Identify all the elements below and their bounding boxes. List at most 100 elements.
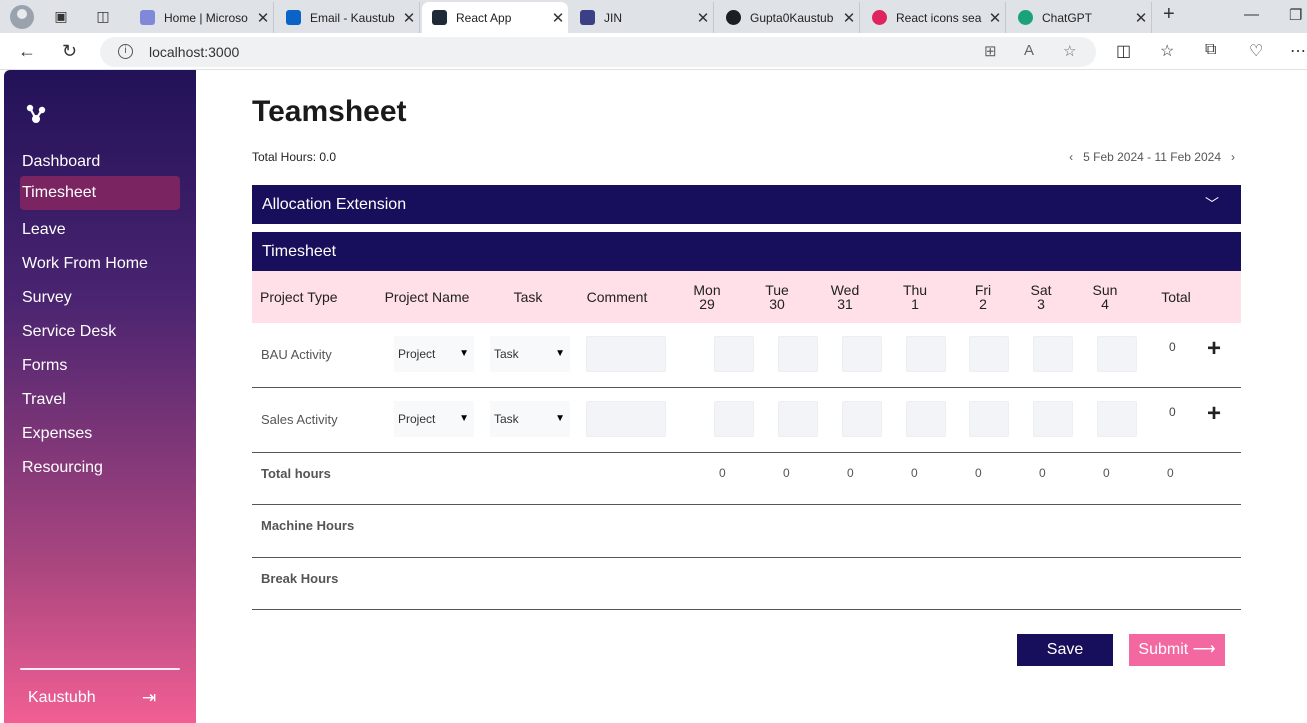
comment-input[interactable] (586, 401, 666, 437)
total-hours-label: Total hours (261, 466, 331, 481)
total-sat: 0 (1039, 466, 1046, 480)
tab-actions-icon[interactable]: ◫ (94, 7, 112, 25)
minimize-icon[interactable]: — (1244, 6, 1259, 23)
url-field[interactable]: i localhost:3000 ⊞ A ☆ (100, 37, 1096, 67)
add-row-icon[interactable]: + (1207, 335, 1221, 363)
hours-input-fri[interactable] (969, 336, 1009, 372)
new-tab-icon[interactable]: + (1163, 3, 1175, 26)
comment-input[interactable] (586, 336, 666, 372)
timesheet-table-header: Project Type Project Name Task Comment M… (252, 271, 1241, 323)
app-logo-icon (26, 104, 46, 123)
tab-close-icon[interactable]: ✕ (253, 9, 273, 27)
tab-favicon-icon (286, 10, 301, 25)
total-mon: 0 (719, 466, 726, 480)
sidebar-item-work-from-home[interactable]: Work From Home (20, 247, 180, 281)
hours-input-tue[interactable] (778, 401, 818, 437)
total-grand: 0 (1167, 466, 1174, 480)
read-aloud-icon[interactable]: A (1024, 42, 1034, 59)
col-total: Total (1161, 289, 1191, 305)
hours-input-wed[interactable] (842, 336, 882, 372)
browser-tab[interactable]: Home | Microso ✕ (130, 2, 274, 33)
save-button[interactable]: Save (1017, 634, 1113, 666)
browser-tab[interactable]: JIN ✕ (570, 2, 714, 33)
task-select[interactable]: Task ▼ (490, 336, 570, 372)
sidebar-item-forms[interactable]: Forms (20, 349, 180, 383)
hours-input-fri[interactable] (969, 401, 1009, 437)
col-task: Task (513, 289, 543, 305)
hours-input-sun[interactable] (1097, 336, 1137, 372)
sidebar-item-resourcing[interactable]: Resourcing (20, 451, 180, 485)
hours-input-sun[interactable] (1097, 401, 1137, 437)
split-screen-icon[interactable]: ◫ (1116, 41, 1131, 61)
restore-icon[interactable]: ❐ (1289, 6, 1302, 24)
sidebar-item-leave[interactable]: Leave (20, 213, 180, 247)
hours-input-tue[interactable] (778, 336, 818, 372)
user-name: Kaustubh (28, 689, 96, 706)
project-select[interactable]: Project ▼ (394, 336, 474, 372)
total-sun: 0 (1103, 466, 1110, 480)
date-range-nav: ‹ 5 Feb 2024 - 11 Feb 2024 › (1069, 150, 1235, 164)
tab-favicon-icon (872, 10, 887, 25)
tab-close-icon[interactable]: ✕ (839, 9, 859, 27)
project-select[interactable]: Project ▼ (394, 401, 474, 437)
col-day: Mon 29 (693, 282, 721, 312)
collections-icon[interactable]: ⧉ (1205, 41, 1216, 59)
prev-week-icon[interactable]: ‹ (1069, 150, 1073, 164)
sidebar-item-survey[interactable]: Survey (20, 281, 180, 315)
tab-favicon-icon (580, 10, 595, 25)
workspaces-icon[interactable]: ▣ (52, 7, 70, 25)
chevron-down-icon[interactable]: ﹀ (1205, 185, 1219, 224)
tab-close-icon[interactable]: ✕ (1131, 9, 1151, 27)
logout-icon[interactable]: ⇥ (142, 688, 156, 708)
sidebar-item-service-desk[interactable]: Service Desk (20, 315, 180, 349)
tab-close-icon[interactable]: ✕ (693, 9, 713, 27)
table-row: BAU Activity Project ▼ Task ▼ 0 + (252, 323, 1241, 388)
next-week-icon[interactable]: › (1231, 150, 1235, 164)
hours-input-thu[interactable] (906, 336, 946, 372)
allocation-extension-header[interactable]: Allocation Extension ﹀ (252, 185, 1241, 224)
browser-tab[interactable]: ChatGPT ✕ (1008, 2, 1152, 33)
tab-close-icon[interactable]: ✕ (548, 9, 568, 27)
url-text[interactable]: localhost:3000 (149, 44, 239, 60)
submit-button[interactable]: Submit ⟶ (1129, 634, 1225, 666)
table-row: Sales Activity Project ▼ Task ▼ 0 + (252, 388, 1241, 453)
hours-input-sat[interactable] (1033, 336, 1073, 372)
site-info-icon[interactable]: i (118, 44, 133, 59)
task-select[interactable]: Task ▼ (490, 401, 570, 437)
refresh-icon[interactable]: ↻ (62, 41, 77, 62)
browser-essentials-icon[interactable]: ♡ (1249, 41, 1263, 61)
favorite-star-icon[interactable]: ☆ (1063, 42, 1076, 60)
sidebar-item-travel[interactable]: Travel (20, 383, 180, 417)
hours-input-thu[interactable] (906, 401, 946, 437)
hours-input-sat[interactable] (1033, 401, 1073, 437)
favorites-icon[interactable]: ☆ (1160, 41, 1174, 61)
browser-tab[interactable]: Email - Kaustub ✕ (276, 2, 420, 33)
hours-input-mon[interactable] (714, 336, 754, 372)
profile-icon[interactable] (10, 5, 34, 29)
chevron-down-icon: ▼ (459, 348, 469, 359)
col-day: Sat 3 (1030, 282, 1052, 312)
sidebar-item-expenses[interactable]: Expenses (20, 417, 180, 451)
total-hours-row: Total hours 0 0 0 0 0 0 0 0 (252, 453, 1241, 505)
break-hours-row: Break Hours (252, 558, 1241, 610)
timesheet-section-header: Timesheet (252, 232, 1241, 271)
react-favicon-icon (432, 10, 447, 25)
hours-input-mon[interactable] (714, 401, 754, 437)
total-tue: 0 (783, 466, 790, 480)
sidebar-item-dashboard[interactable]: Dashboard (20, 145, 180, 179)
browser-tab-active[interactable]: React App ✕ (422, 2, 568, 33)
col-day: Fri 2 (974, 282, 992, 312)
back-icon[interactable]: ← (18, 41, 36, 62)
tab-favicon-icon (140, 10, 155, 25)
add-row-icon[interactable]: + (1207, 400, 1221, 428)
app-available-icon[interactable]: ⊞ (984, 42, 997, 60)
col-day: Thu 1 (902, 282, 928, 312)
tab-close-icon[interactable]: ✕ (985, 9, 1005, 27)
tab-close-icon[interactable]: ✕ (399, 9, 419, 27)
sidebar-item-timesheet[interactable]: Timesheet (20, 176, 180, 210)
browser-tab[interactable]: Gupta0Kaustub ✕ (716, 2, 860, 33)
browser-tab[interactable]: React icons sea ✕ (862, 2, 1006, 33)
hours-input-wed[interactable] (842, 401, 882, 437)
total-thu: 0 (911, 466, 918, 480)
more-menu-icon[interactable]: ⋯ (1290, 41, 1306, 61)
